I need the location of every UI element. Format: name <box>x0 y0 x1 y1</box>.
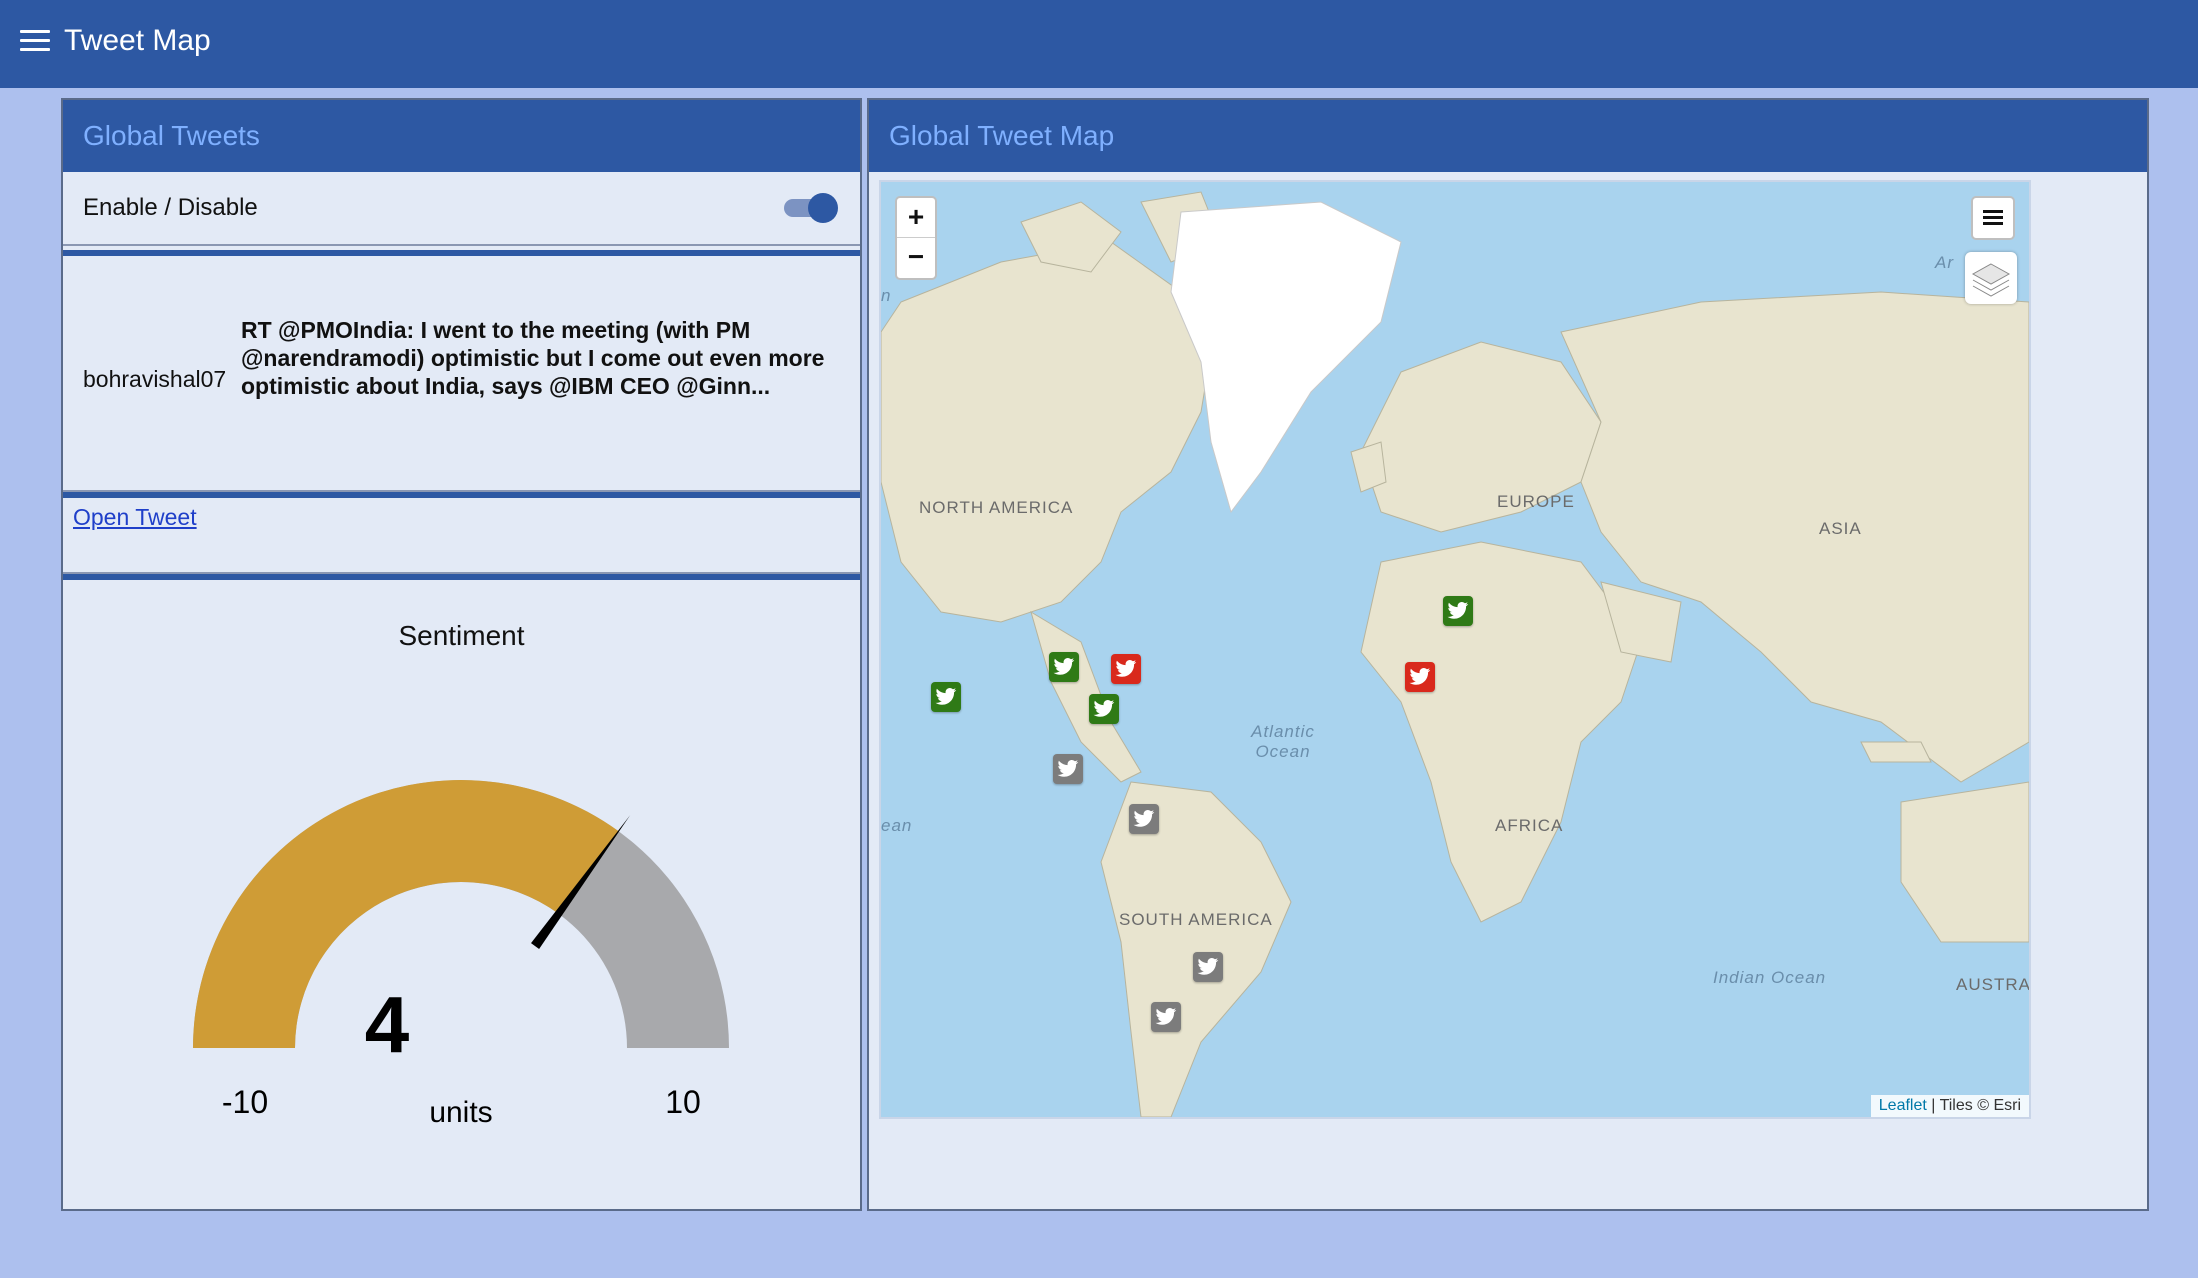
twitter-bird-icon <box>1155 1008 1177 1025</box>
twitter-bird-icon <box>1447 602 1469 619</box>
hamburger-menu-icon[interactable] <box>20 30 50 54</box>
panel-title: Global Tweets <box>63 100 860 172</box>
sentiment-gauge-card: Sentiment 4 -10 10 units <box>63 574 860 1209</box>
label-europe: EUROPE <box>1497 492 1575 511</box>
label-edge-north: n <box>881 286 892 305</box>
twitter-bird-icon <box>1057 760 1079 777</box>
toggle-knob <box>808 193 838 223</box>
world-map[interactable]: NORTH AMERICA SOUTH AMERICA EUROPE ASIA … <box>879 180 2031 1119</box>
zoom-control: + − <box>895 196 937 280</box>
map-tiles <box>881 182 2029 1117</box>
label-africa: AFRICA <box>1495 816 1564 835</box>
tweet-marker-positive[interactable] <box>1443 596 1473 626</box>
zoom-out-button[interactable]: − <box>897 238 935 277</box>
global-tweets-panel: Global Tweets Enable / Disable bohravish… <box>61 98 862 1211</box>
gauge-max-label: 10 <box>665 1084 701 1120</box>
zoom-in-button[interactable]: + <box>897 198 935 238</box>
gauge-value: 4 <box>365 980 410 1069</box>
gauge-min-label: -10 <box>222 1084 268 1120</box>
label-edge-ocean: ean <box>881 816 913 835</box>
layers-icon[interactable] <box>1965 252 2017 304</box>
tweet-username: bohravishal07 <box>83 366 227 392</box>
label-north-america: NORTH AMERICA <box>919 498 1074 517</box>
panel-title: Global Tweet Map <box>869 100 2147 172</box>
label-australia: AUSTRA <box>1956 975 2031 994</box>
open-tweet-link[interactable]: Open Tweet <box>73 504 197 531</box>
sentiment-gauge: 4 -10 10 units <box>193 780 729 1129</box>
open-tweet-card: Open Tweet <box>63 492 860 574</box>
twitter-bird-icon <box>1409 668 1431 685</box>
layer-menu-button[interactable] <box>1971 196 2015 240</box>
tweet-marker-positive[interactable] <box>931 682 961 712</box>
twitter-bird-icon <box>1115 660 1137 677</box>
tweet-marker-negative[interactable] <box>1111 654 1141 684</box>
tweet-text: RT @PMOIndia: I went to the meeting (wit… <box>241 317 825 399</box>
attribution-text: | Tiles © Esri <box>1926 1097 2021 1114</box>
twitter-bird-icon <box>935 688 957 705</box>
toggle-label: Enable / Disable <box>83 194 258 221</box>
tweet-marker-positive[interactable] <box>1049 652 1079 682</box>
global-tweet-map-panel: Global Tweet Map NORTH AMERICA SOUTH AME… <box>867 98 2149 1211</box>
app-header: Tweet Map <box>0 0 2198 88</box>
label-asia: ASIA <box>1819 519 1862 538</box>
twitter-bird-icon <box>1197 958 1219 975</box>
twitter-bird-icon <box>1133 810 1155 827</box>
app-title: Tweet Map <box>64 24 211 57</box>
label-indian-ocean: Indian Ocean <box>1713 968 1827 987</box>
tweet-card: bohravishal07 RT @PMOIndia: I went to th… <box>63 250 860 492</box>
toggle-card: Enable / Disable <box>63 172 860 246</box>
twitter-bird-icon <box>1053 658 1075 675</box>
tweet-marker-neutral[interactable] <box>1129 804 1159 834</box>
map-attribution: Leaflet | Tiles © Esri <box>1870 1095 2029 1117</box>
tweet-marker-neutral[interactable] <box>1151 1002 1181 1032</box>
tweet-marker-neutral[interactable] <box>1193 952 1223 982</box>
label-atlantic-ocean: Atlantic Ocean <box>1251 722 1315 761</box>
tweet-marker-neutral[interactable] <box>1053 754 1083 784</box>
gauge-units-label: units <box>429 1096 492 1129</box>
label-south-america: SOUTH AMERICA <box>1119 910 1273 929</box>
twitter-bird-icon <box>1093 700 1115 717</box>
tweet-marker-negative[interactable] <box>1405 662 1435 692</box>
leaflet-link[interactable]: Leaflet <box>1879 1097 1927 1114</box>
label-arctic: Ar <box>1935 253 1954 272</box>
tweet-marker-positive[interactable] <box>1089 694 1119 724</box>
enable-disable-toggle[interactable] <box>784 192 838 223</box>
